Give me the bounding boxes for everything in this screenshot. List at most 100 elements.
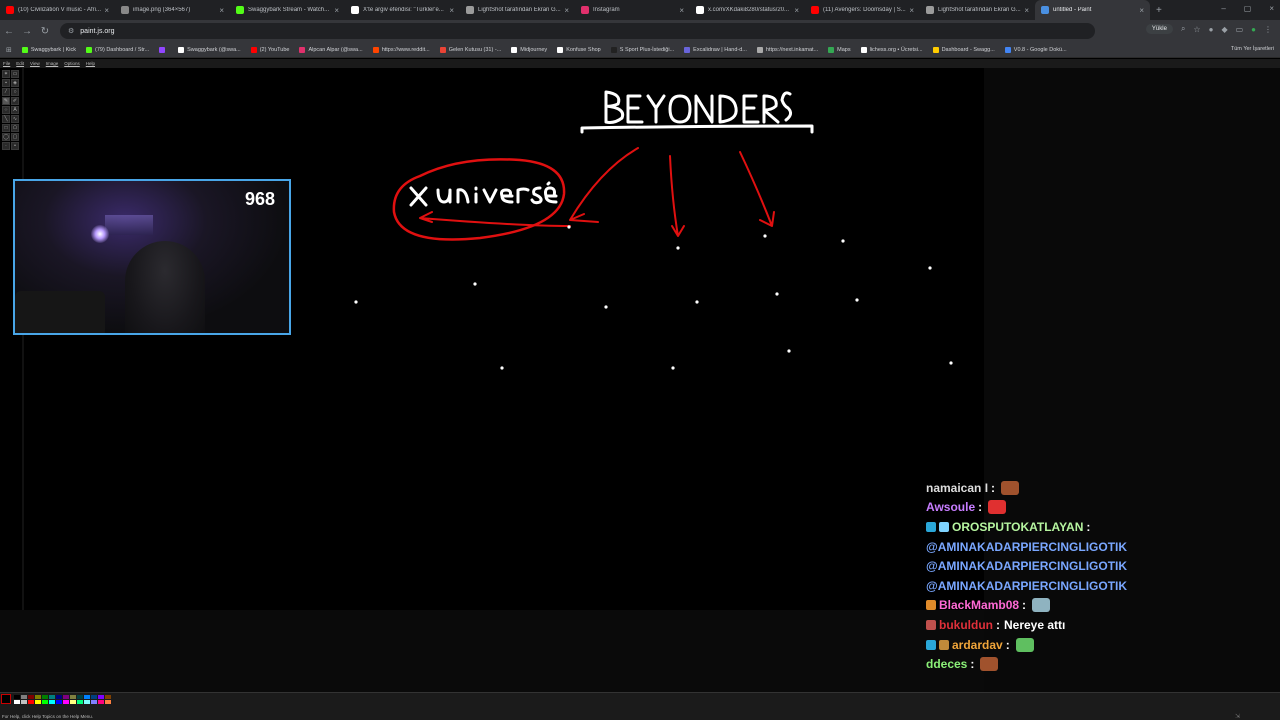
menu-kebab-icon[interactable]: ⋮ bbox=[1264, 25, 1272, 34]
palette-swatch[interactable] bbox=[56, 700, 62, 704]
paint-menu-item[interactable]: Help bbox=[86, 61, 95, 66]
rectangle-tool-icon[interactable]: □ bbox=[2, 124, 10, 132]
bookmark-item[interactable]: Maps bbox=[828, 46, 851, 53]
bookmark-item[interactable]: Excalidraw | Hand-d... bbox=[684, 46, 747, 53]
free-select-tool-icon[interactable]: ✶ bbox=[2, 70, 10, 78]
browser-tab[interactable]: (10) Civilization V music - Afri... × bbox=[0, 0, 115, 20]
bookmark-item[interactable]: S Sport Plus-İstediği... bbox=[610, 46, 674, 53]
bookmark-item[interactable]: (2) YouTube bbox=[250, 46, 289, 53]
close-window-icon[interactable]: × bbox=[1269, 4, 1274, 13]
text-tool-icon[interactable]: A bbox=[11, 106, 19, 114]
browser-tab[interactable]: Swaggybark Stream - Watch... × bbox=[230, 0, 345, 20]
browser-tab[interactable]: x.com/XKdaki8280/status/20... × bbox=[690, 0, 805, 20]
palette-swatch[interactable] bbox=[63, 695, 69, 699]
palette-swatch[interactable] bbox=[21, 695, 27, 699]
palette-swatch[interactable] bbox=[56, 695, 62, 699]
tab-close-icon[interactable]: × bbox=[334, 6, 339, 15]
url-text[interactable]: paint.js.org bbox=[80, 28, 114, 35]
tab-close-icon[interactable]: × bbox=[909, 6, 914, 15]
pencil-tool-icon[interactable]: ✎ bbox=[2, 97, 10, 105]
resize-grip-icon[interactable]: ⇲ bbox=[1235, 713, 1240, 720]
browser-tab[interactable]: Instagram × bbox=[575, 0, 690, 20]
palette-swatch[interactable] bbox=[77, 695, 83, 699]
palette-swatch[interactable] bbox=[91, 700, 97, 704]
bookmark-item[interactable]: Gelen Kutusu (31) -... bbox=[439, 46, 501, 53]
bookmark-item[interactable]: lichess.org • Ücretsi... bbox=[860, 46, 923, 53]
palette-swatch[interactable] bbox=[105, 700, 111, 704]
eraser-tool-icon[interactable]: ▪ bbox=[2, 79, 10, 87]
tab-close-icon[interactable]: × bbox=[1139, 6, 1144, 15]
palette-swatch[interactable] bbox=[14, 695, 20, 699]
forward-icon[interactable]: → bbox=[18, 26, 36, 37]
ellipse-tool-icon[interactable]: ◯ bbox=[2, 133, 10, 141]
bookmark-item[interactable]: (79) Dashboard / Str... bbox=[86, 46, 149, 53]
extension-icon[interactable]: ● bbox=[1209, 25, 1214, 34]
bookmark-item[interactable]: Alpcan Alpar (@swa... bbox=[299, 46, 363, 53]
maximize-icon[interactable]: ▢ bbox=[1244, 4, 1252, 13]
current-color-swatch[interactable] bbox=[1, 694, 11, 704]
rounded-rect-tool-icon[interactable]: ▢ bbox=[11, 133, 19, 141]
paint-menu-item[interactable]: Image bbox=[46, 61, 59, 66]
palette-swatch[interactable] bbox=[28, 695, 34, 699]
palette-swatch[interactable] bbox=[49, 700, 55, 704]
bookmark-item[interactable] bbox=[159, 46, 168, 53]
picker-tool-icon[interactable]: ⁄ bbox=[2, 88, 10, 96]
palette-swatch[interactable] bbox=[35, 700, 41, 704]
bookmark-item[interactable]: Dashboard - Swagg... bbox=[932, 46, 995, 53]
palette-swatch[interactable] bbox=[42, 700, 48, 704]
bookmark-item[interactable]: https://www.reddit... bbox=[372, 46, 430, 53]
tab-close-icon[interactable]: × bbox=[794, 6, 799, 15]
palette-swatch[interactable] bbox=[77, 700, 83, 704]
palette-swatch[interactable] bbox=[35, 695, 41, 699]
airbrush-tool-icon[interactable]: ⁘ bbox=[2, 106, 10, 114]
palette-swatch[interactable] bbox=[84, 700, 90, 704]
tool-option-2-icon[interactable]: • bbox=[11, 142, 19, 150]
palette-swatch[interactable] bbox=[98, 700, 104, 704]
palette-swatch[interactable] bbox=[98, 695, 104, 699]
browser-tab[interactable]: (11) Avengers: Doomsday | S... × bbox=[805, 0, 920, 20]
palette-swatch[interactable] bbox=[91, 695, 97, 699]
palette-swatch[interactable] bbox=[105, 695, 111, 699]
paint-menu-item[interactable]: Edit bbox=[16, 61, 24, 66]
extensions-puzzle-icon[interactable]: ◆ bbox=[1221, 25, 1227, 34]
brush-tool-icon[interactable]: ✐ bbox=[11, 97, 19, 105]
bookmark-item[interactable]: Swaggybark | Kick bbox=[21, 46, 76, 53]
browser-tab[interactable]: LightShot tarafından Ekran G... × bbox=[460, 0, 575, 20]
palette-swatch[interactable] bbox=[21, 700, 27, 704]
bookmark-item[interactable]: Konfuse Shop bbox=[557, 46, 601, 53]
curve-tool-icon[interactable]: ∿ bbox=[11, 115, 19, 123]
browser-tab[interactable]: X'te argiv efendisi: "Türkler'e... × bbox=[345, 0, 460, 20]
tool-option-1-icon[interactable]: · bbox=[2, 142, 10, 150]
bookmark-item[interactable]: Midjourney bbox=[511, 46, 547, 53]
tab-close-icon[interactable]: × bbox=[449, 6, 454, 15]
browser-tab[interactable]: LightShot tarafından Ekran G... × bbox=[920, 0, 1035, 20]
palette-swatch[interactable] bbox=[14, 700, 20, 704]
sidebar-icon[interactable]: ▭ bbox=[1236, 25, 1244, 34]
palette-swatch[interactable] bbox=[70, 700, 76, 704]
line-tool-icon[interactable]: ╲ bbox=[2, 115, 10, 123]
tab-close-icon[interactable]: × bbox=[219, 6, 224, 15]
palette-swatch[interactable] bbox=[49, 695, 55, 699]
palette-swatch[interactable] bbox=[42, 695, 48, 699]
paint-menu-item[interactable]: File bbox=[3, 61, 10, 66]
palette-swatch[interactable] bbox=[70, 695, 76, 699]
profile-avatar-icon[interactable]: ● bbox=[1251, 25, 1256, 34]
minimize-icon[interactable]: – bbox=[1221, 4, 1225, 13]
bookmark-star-icon[interactable]: ☆ bbox=[1193, 25, 1200, 34]
fill-tool-icon[interactable]: ◈ bbox=[11, 79, 19, 87]
bookmark-item[interactable]: Swaggybark (@swa... bbox=[178, 46, 241, 53]
apps-grid-icon[interactable]: ⊞ bbox=[6, 46, 12, 54]
tab-close-icon[interactable]: × bbox=[1024, 6, 1029, 15]
bookmark-item[interactable]: V0.8 - Google Dokü... bbox=[1004, 46, 1067, 53]
site-info-icon[interactable]: ⚙ bbox=[68, 27, 74, 35]
tab-close-icon[interactable]: × bbox=[104, 6, 109, 15]
palette-swatch[interactable] bbox=[28, 700, 34, 704]
tab-close-icon[interactable]: × bbox=[564, 6, 569, 15]
browser-tab[interactable]: untitled - Paint × bbox=[1035, 0, 1150, 20]
palette-swatch[interactable] bbox=[63, 700, 69, 704]
palette-swatch[interactable] bbox=[84, 695, 90, 699]
all-bookmarks-button[interactable]: Tüm Yer İşaretleri bbox=[1231, 46, 1274, 52]
back-icon[interactable]: ← bbox=[0, 26, 18, 37]
zoom-icon[interactable]: ⌕ bbox=[1181, 24, 1185, 34]
tab-close-icon[interactable]: × bbox=[679, 6, 684, 15]
